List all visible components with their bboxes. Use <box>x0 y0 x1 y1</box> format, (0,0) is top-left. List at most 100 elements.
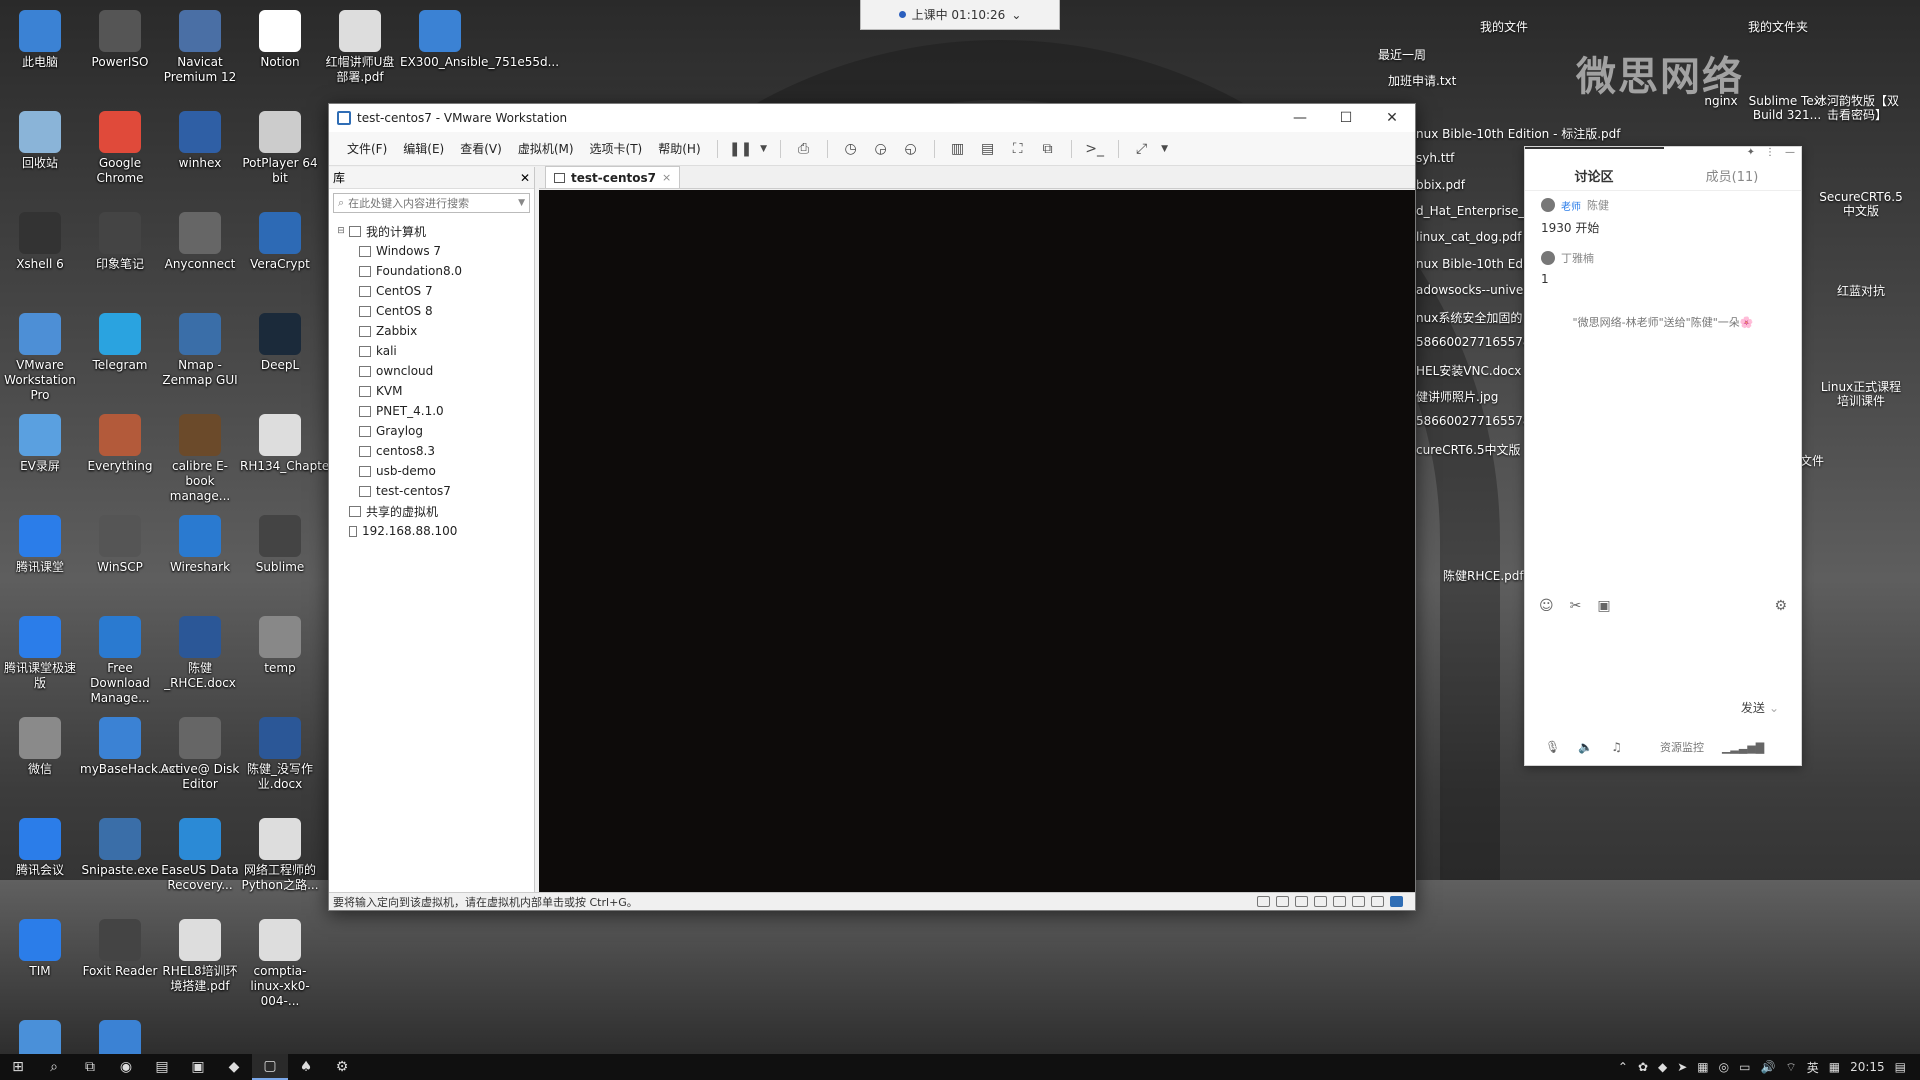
bg-file-item[interactable]: nux Bible-10th Edit <box>1416 257 1531 271</box>
sound-icon[interactable] <box>1333 896 1346 907</box>
desktop-icon[interactable]: EaseUS Data Recovery... <box>160 812 240 893</box>
bg-file-item[interactable]: 586600277165578 <box>1416 414 1531 428</box>
resource-monitor[interactable]: 资源监控 <box>1660 739 1704 755</box>
bg-file-item[interactable]: adowsocks--unive <box>1416 283 1523 297</box>
wifi-icon[interactable]: ⌔ <box>1785 1060 1796 1075</box>
desktop-icon[interactable]: Snipaste.exe <box>80 812 160 878</box>
desktop-icon[interactable]: Sublime <box>240 509 320 575</box>
desktop-icon[interactable]: 此电脑 <box>0 4 80 70</box>
tree-shared-vms[interactable]: 共享的虚拟机 <box>329 501 534 521</box>
desktop-icon[interactable]: Navicat Premium 12 <box>160 4 240 85</box>
vmware-titlebar[interactable]: test-centos7 - VMware Workstation — ☐ ✕ <box>329 104 1415 132</box>
vmware-taskbar-icon[interactable]: ▢ <box>252 1054 288 1080</box>
desktop-icon[interactable]: Telegram <box>80 307 160 373</box>
pin-icon[interactable]: ✦ <box>1747 147 1755 161</box>
tree-vm-item[interactable]: KVM <box>329 381 534 401</box>
settings-icon[interactable]: ⚙ <box>1774 598 1787 614</box>
show-library-icon[interactable]: ▥ <box>945 137 971 161</box>
tab-members[interactable]: 成员(11) <box>1663 166 1801 185</box>
music-icon[interactable]: ♫ <box>1611 740 1622 754</box>
pause-icon[interactable]: ❚❚ <box>728 137 754 161</box>
desktop-icon[interactable]: winhex <box>160 105 240 171</box>
volume-icon[interactable]: 🔊 <box>1760 1060 1775 1074</box>
speaker-icon[interactable]: 🔈 <box>1578 740 1593 754</box>
input-language[interactable]: 英 <box>1807 1059 1819 1076</box>
console-view-icon[interactable]: >_ <box>1082 137 1108 161</box>
bg-file-item[interactable]: nux Bible-10th Edition - 标注版.pdf <box>1416 125 1621 142</box>
tree-vm-item[interactable]: owncloud <box>329 361 534 381</box>
desktop-icon[interactable]: 回收站 <box>0 105 80 171</box>
desktop-icon[interactable]: Wireshark <box>160 509 240 575</box>
bg-file-item[interactable]: HEL安装VNC.docx <box>1416 362 1521 379</box>
tree-vm-item[interactable]: Foundation8.0 <box>329 261 534 281</box>
library-close-icon[interactable]: ✕ <box>520 171 530 185</box>
search-icon[interactable]: ⌕ <box>36 1054 72 1080</box>
stretch-guest-icon[interactable]: ⤢ <box>1129 137 1155 161</box>
tencent-classroom-taskbar-icon[interactable]: ◆ <box>216 1054 252 1080</box>
desktop-icon[interactable]: VMware Workstation Pro <box>0 307 80 403</box>
image-icon[interactable]: ▣ <box>1597 598 1610 614</box>
desktop-icon[interactable]: VeraCrypt <box>240 206 320 272</box>
desktop-icon[interactable]: RHEL8培训环境搭建.pdf <box>160 913 240 994</box>
desktop-icon[interactable]: Active@ Disk Editor <box>160 711 240 792</box>
desktop-icon[interactable]: TIM <box>0 913 80 979</box>
more-icon[interactable]: ⋮ <box>1765 147 1775 161</box>
revert-snapshot-icon[interactable]: ◶ <box>868 137 894 161</box>
tree-vm-item[interactable]: Zabbix <box>329 321 534 341</box>
bg-file-item[interactable]: linux_cat_dog.pdf <box>1416 230 1522 244</box>
bg-file-item[interactable]: d_Hat_Enterprise_ <box>1416 204 1524 218</box>
menu-tabs[interactable]: 选项卡(T) <box>582 140 651 157</box>
bg-right-icon-label[interactable]: SecureCRT6.5中文版 <box>1816 190 1906 218</box>
message-icon[interactable] <box>1390 896 1403 907</box>
send-dropdown-icon[interactable]: ⌄ <box>1769 701 1779 715</box>
desktop-icon[interactable]: PowerISO <box>80 4 160 70</box>
tree-vm-item[interactable]: kali <box>329 341 534 361</box>
menu-help[interactable]: 帮助(H) <box>650 140 708 157</box>
thumbnail-bar-icon[interactable]: ▤ <box>975 137 1001 161</box>
tree-vm-item[interactable]: centos8.3 <box>329 441 534 461</box>
dropdown-arrow-icon[interactable]: ▼ <box>1159 137 1171 161</box>
tree-remote-host[interactable]: 192.168.88.100 <box>329 521 534 541</box>
library-search-input[interactable] <box>348 196 515 210</box>
tree-vm-item[interactable]: Graylog <box>329 421 534 441</box>
tray-app-icon[interactable]: ◎ <box>1719 1060 1729 1074</box>
desktop-icon[interactable]: 印象笔记 <box>80 206 160 272</box>
search-dropdown-icon[interactable]: ▼ <box>518 198 525 208</box>
desktop-icon[interactable]: RH134_Chapter13(1).pdf <box>240 408 390 474</box>
task-view-icon[interactable]: ⧉ <box>72 1054 108 1080</box>
menu-view[interactable]: 查看(V) <box>452 140 510 157</box>
settings-taskbar-icon[interactable]: ⚙ <box>324 1054 360 1080</box>
unity-icon[interactable]: ⧉ <box>1035 137 1061 161</box>
collapse-icon[interactable]: ⊟ <box>335 226 347 236</box>
send-ctrl-alt-del-icon[interactable]: ⎙ <box>791 137 817 161</box>
desktop-icon[interactable]: Everything <box>80 408 160 474</box>
menu-file[interactable]: 文件(F) <box>339 140 395 157</box>
vm-console-screen[interactable] <box>539 190 1415 892</box>
bg-file-item[interactable]: 586600277165578 <box>1416 335 1531 349</box>
dropdown-arrow-icon[interactable]: ▼ <box>758 137 770 161</box>
tray-app-icon[interactable]: ▦ <box>1697 1060 1708 1074</box>
bg-file-item[interactable]: syh.ttf <box>1416 151 1454 165</box>
bird-taskbar-icon[interactable]: ♠ <box>288 1054 324 1080</box>
full-screen-icon[interactable]: ⛶ <box>1005 137 1031 161</box>
tree-vm-item[interactable]: usb-demo <box>329 461 534 481</box>
desktop-icon[interactable]: myBaseHack.exe <box>80 711 183 777</box>
hard-disk-icon[interactable] <box>1257 896 1270 907</box>
emoji-icon[interactable]: ☺ <box>1539 598 1554 614</box>
chrome-taskbar-icon[interactable]: ◉ <box>108 1054 144 1080</box>
tree-vm-item[interactable]: PNET_4.1.0 <box>329 401 534 421</box>
chevron-up-icon[interactable]: ⌃ <box>1618 1060 1628 1074</box>
close-button[interactable]: ✕ <box>1369 104 1415 132</box>
battery-icon[interactable]: ▭ <box>1739 1060 1750 1074</box>
menu-edit[interactable]: 编辑(E) <box>395 140 452 157</box>
tree-vm-item[interactable]: Windows 7 <box>329 241 534 261</box>
tree-vm-item[interactable]: CentOS 8 <box>329 301 534 321</box>
tree-vm-item[interactable]: CentOS 7 <box>329 281 534 301</box>
desktop-icon[interactable]: DeepL <box>240 307 320 373</box>
desktop-icon[interactable]: 腾讯课堂 <box>0 509 80 575</box>
desktop-icon[interactable]: EX300_Ansible_751e55d... <box>400 4 559 70</box>
desktop-icon[interactable]: Anyconnect <box>160 206 240 272</box>
keyboard-icon[interactable]: ▦ <box>1829 1060 1840 1074</box>
snapshot-icon[interactable]: ◷ <box>838 137 864 161</box>
desktop-icon[interactable]: Nmap - Zenmap GUI <box>160 307 240 388</box>
